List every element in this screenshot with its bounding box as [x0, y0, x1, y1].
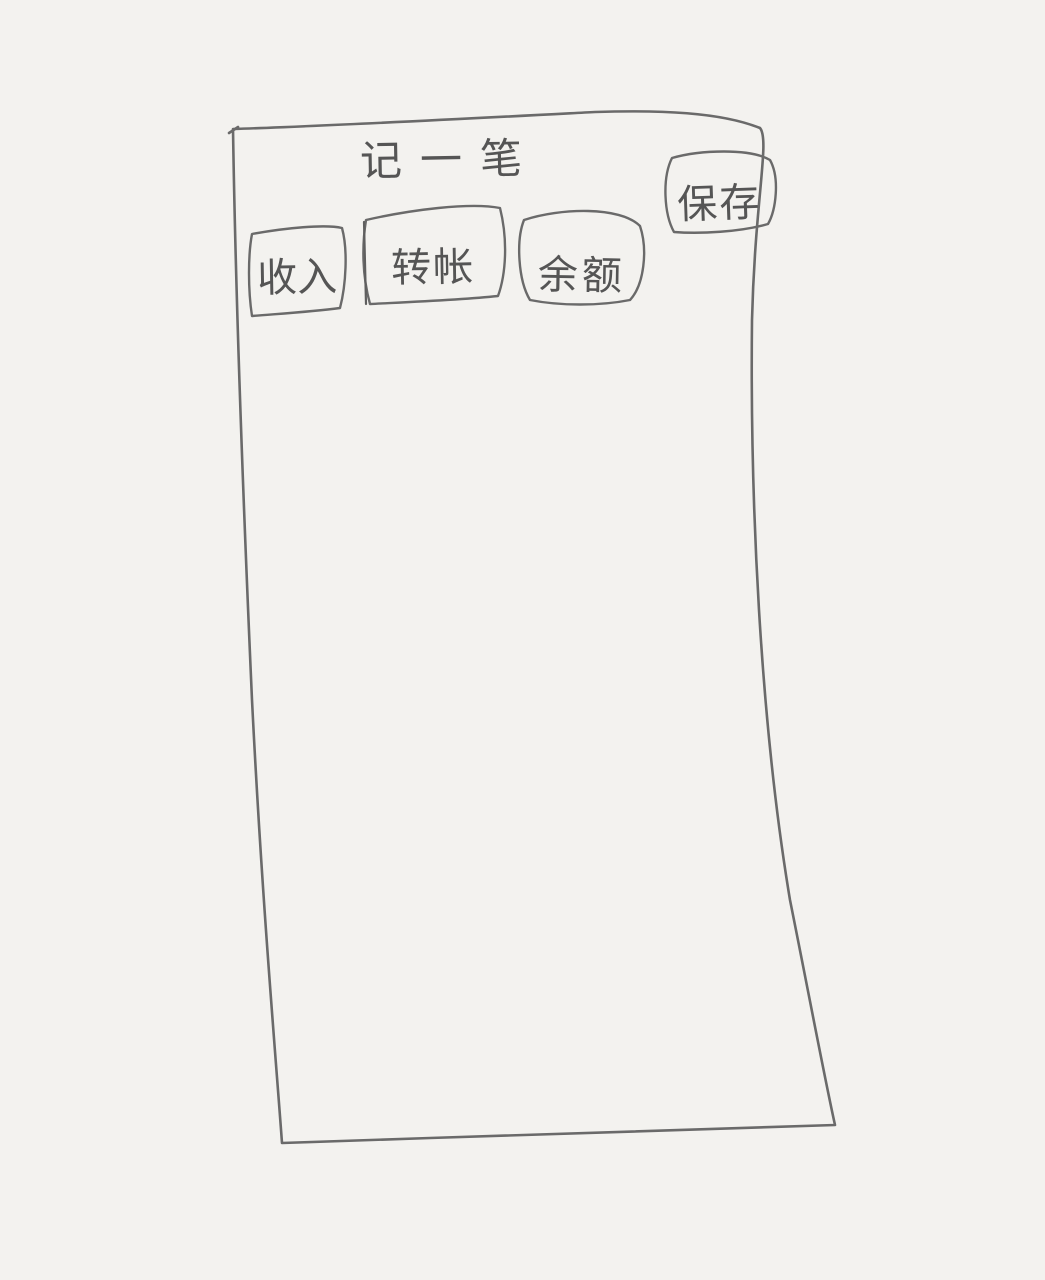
save-button[interactable]: 保存	[665, 164, 773, 229]
tab-balance[interactable]: 余额	[521, 233, 642, 300]
tab-balance-label: 余额	[537, 252, 627, 300]
content-area	[250, 320, 810, 1100]
tab-income-label: 收入	[256, 254, 338, 302]
page-title: 记一笔	[359, 133, 541, 186]
tab-transfer[interactable]: 转帐	[365, 225, 500, 292]
tab-income[interactable]: 收入	[249, 235, 344, 302]
tab-transfer-label: 转帐	[390, 244, 476, 292]
save-button-label: 保存	[676, 179, 763, 229]
